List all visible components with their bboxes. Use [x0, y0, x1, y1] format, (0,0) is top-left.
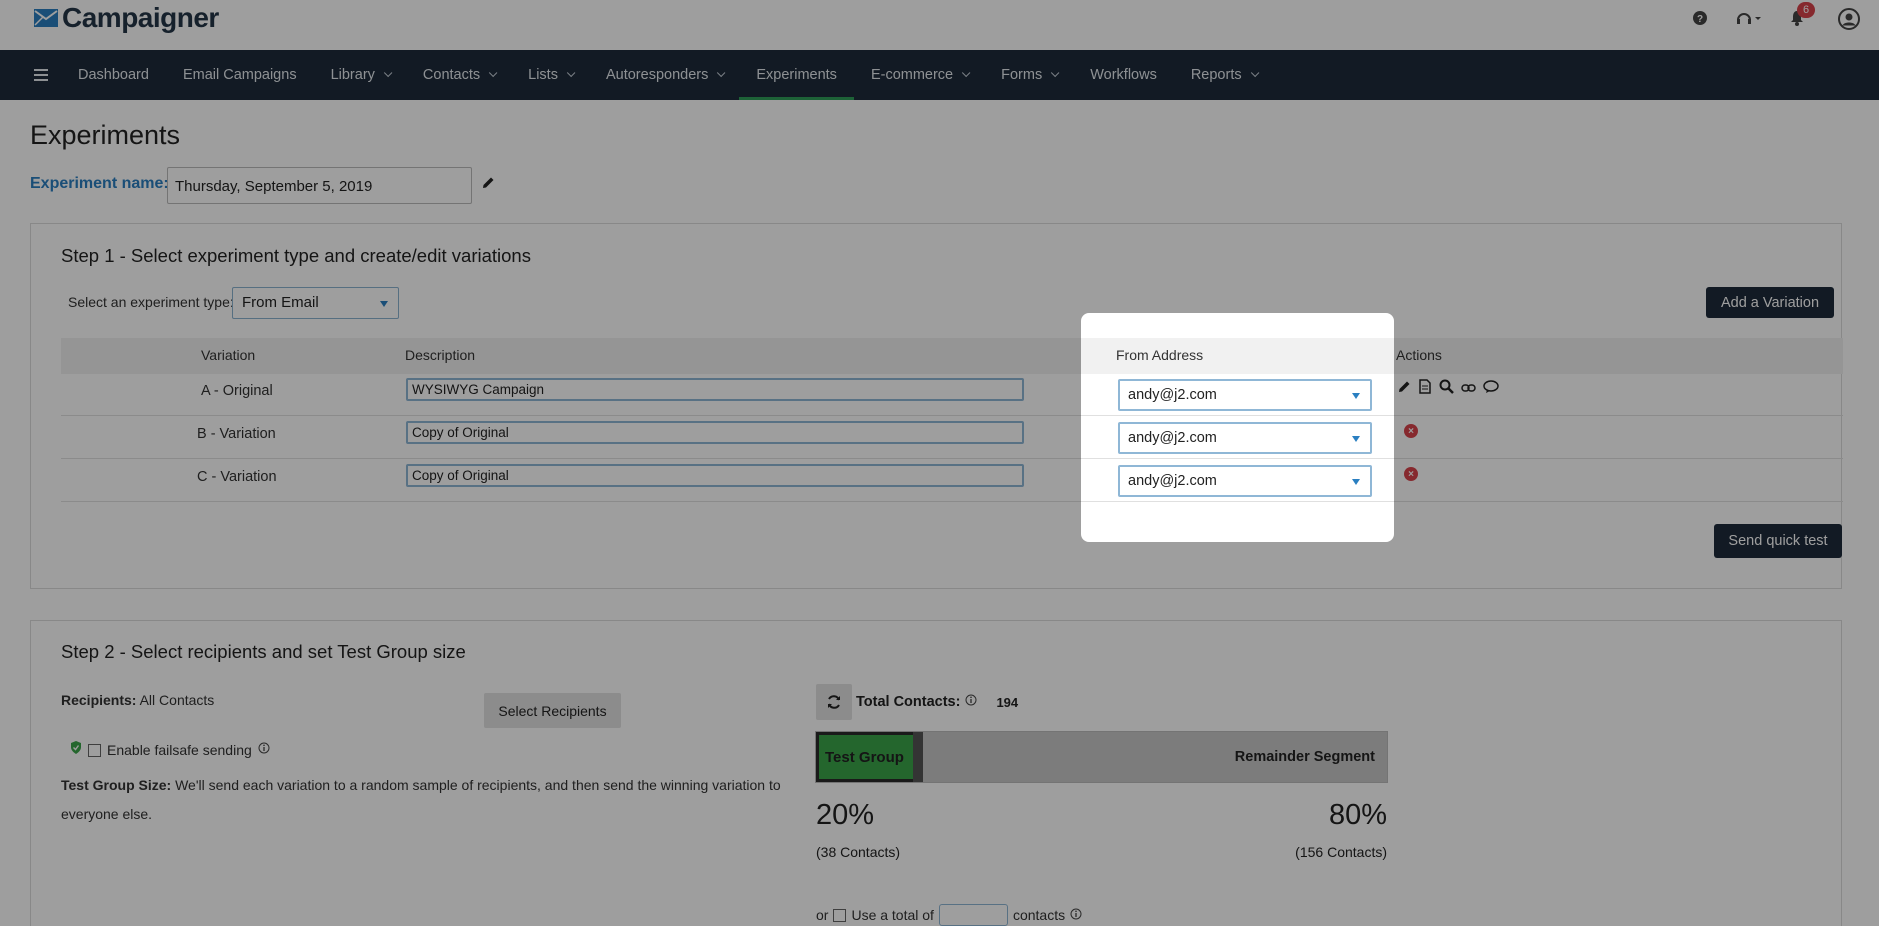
row-divider: [1081, 501, 1394, 502]
row-divider: [1081, 415, 1394, 416]
from-address-column-header: From Address: [1116, 347, 1204, 363]
row-divider: [1081, 458, 1394, 459]
dropdown-arrow-icon: [1352, 393, 1360, 399]
from-address-select[interactable]: andy@j2.com: [1118, 379, 1372, 411]
from-address-select[interactable]: andy@j2.com: [1118, 422, 1372, 454]
dropdown-arrow-icon: [1352, 436, 1360, 442]
modal-backdrop[interactable]: [0, 0, 1879, 926]
from-address-popup: From Address andy@j2.com andy@j2.com and…: [1081, 313, 1394, 542]
from-address-select[interactable]: andy@j2.com: [1118, 465, 1372, 497]
dropdown-arrow-icon: [1352, 479, 1360, 485]
